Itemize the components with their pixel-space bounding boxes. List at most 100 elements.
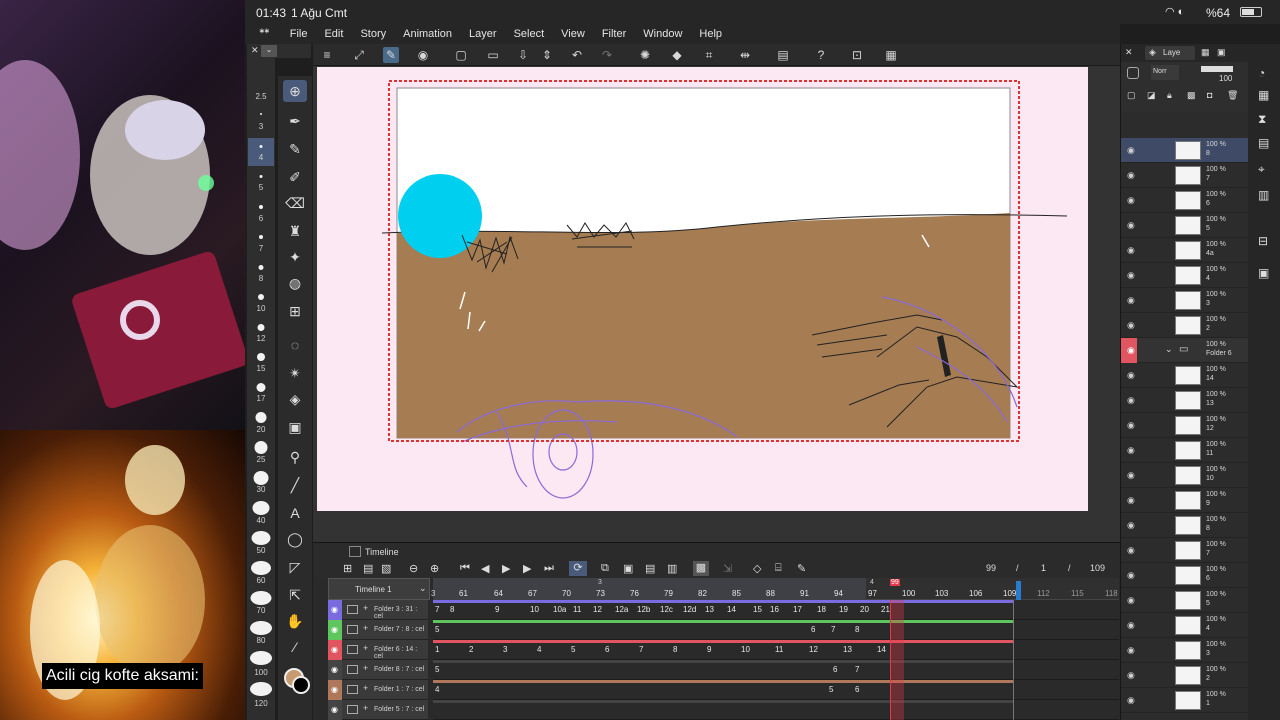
track-header[interactable]: ◉ + Folder 8 : 7 : cel xyxy=(328,660,428,680)
cel-label[interactable]: 8 xyxy=(673,645,677,654)
hand-tool-icon[interactable]: ✋ xyxy=(283,610,307,632)
layer-row[interactable]: ◉ 100 % 4 xyxy=(1121,263,1249,288)
cel-label[interactable]: 5 xyxy=(435,625,439,634)
prev-frame-icon[interactable]: ◀ xyxy=(481,562,489,575)
eye-icon[interactable]: ◉ xyxy=(1127,520,1135,531)
playhead[interactable] xyxy=(890,600,904,720)
brush-size-option[interactable]: 8 xyxy=(247,274,275,283)
visibility-eye-icon[interactable]: ◉ xyxy=(331,705,338,714)
cel-label[interactable]: 5 xyxy=(435,665,439,674)
close-icon[interactable]: ✕ xyxy=(251,45,259,56)
layer-row[interactable]: ◉ 100 % 11 xyxy=(1121,438,1249,463)
cel-label[interactable]: 10 xyxy=(530,605,539,614)
brush-size-option[interactable]: 10 xyxy=(247,304,275,313)
layer-row[interactable]: ◉ 100 % 14 xyxy=(1121,363,1249,388)
text-tool-icon[interactable]: A xyxy=(283,502,307,524)
cel-label[interactable]: 5 xyxy=(571,645,575,654)
layer-row[interactable]: ◉ 100 % 6 xyxy=(1121,188,1249,213)
cel-label[interactable]: 14 xyxy=(727,605,736,614)
folder-expand-icon[interactable]: + xyxy=(363,623,368,633)
eye-icon[interactable]: ◉ xyxy=(1127,570,1135,581)
layers-tab[interactable]: ◈ Laye xyxy=(1145,46,1195,60)
lock-icon[interactable]: 🔒︎ xyxy=(1167,90,1172,101)
layer-row[interactable]: ◉ 100 % 13 xyxy=(1121,388,1249,413)
track-header[interactable]: ◉ + Folder 7 : 8 : cel xyxy=(328,620,428,640)
next-frame-icon[interactable]: ▶ xyxy=(523,562,531,575)
layer-row[interactable]: ◉ 100 % 5 xyxy=(1121,213,1249,238)
ref-icon[interactable]: ◪ xyxy=(1147,90,1156,101)
loading-icon[interactable]: ✺ xyxy=(637,47,653,63)
layer-row[interactable]: ◉ 100 % 3 xyxy=(1121,288,1249,313)
cel-label[interactable]: 12b xyxy=(637,605,650,614)
track-header[interactable]: ◉ + Folder 1 : 7 : cel xyxy=(328,680,428,700)
layer-search-icon[interactable]: ⊟ xyxy=(1258,234,1268,248)
visibility-eye-icon[interactable]: ◉ xyxy=(331,665,338,674)
property-icon[interactable]: ▥ xyxy=(1258,188,1269,202)
brush-size-option[interactable]: 50 xyxy=(247,546,275,555)
grid-tool-icon[interactable]: ⊞ xyxy=(283,300,307,322)
new-cel-icon[interactable]: ⧉ xyxy=(601,562,609,575)
cel-label[interactable]: 6 xyxy=(811,625,815,634)
end-marker[interactable] xyxy=(1016,581,1021,600)
keyframe-icon[interactable]: ⇲ xyxy=(723,562,732,575)
brush-size-option[interactable]: 12 xyxy=(247,334,275,343)
chevron-down-icon[interactable]: ⌄ xyxy=(1165,344,1173,355)
fill-icon[interactable]: ◆ xyxy=(669,47,685,63)
eye-icon[interactable]: ◉ xyxy=(1127,395,1135,406)
collapse-icon[interactable]: ⌄ xyxy=(261,45,277,57)
mask-icon[interactable]: ◘ xyxy=(1207,90,1212,100)
eye-icon[interactable]: ◉ xyxy=(1127,420,1135,431)
frame-row[interactable]: 5 6 7 8 xyxy=(433,620,1119,640)
brush-size-option[interactable]: 2.5 xyxy=(247,92,275,101)
menu-file[interactable]: File xyxy=(290,28,308,40)
cel-label[interactable]: 12 xyxy=(809,645,818,654)
cel-label[interactable]: 6 xyxy=(605,645,609,654)
first-frame-icon[interactable]: ⏮ xyxy=(460,562,470,575)
cel-label[interactable]: 21 xyxy=(881,605,890,614)
cel-label[interactable]: 6 xyxy=(833,665,837,674)
eye-icon[interactable]: ◉ xyxy=(1127,620,1135,631)
cel-label[interactable]: 19 xyxy=(839,605,848,614)
eye-icon[interactable]: ◉ xyxy=(1127,445,1135,456)
brush-size-option[interactable]: 70 xyxy=(247,606,275,615)
layer-row[interactable]: ◉ 100 % 7 xyxy=(1121,163,1249,188)
layer-folder[interactable]: ◉ ⌄ ▭ 100 % Folder 6 xyxy=(1121,338,1249,363)
folder-expand-icon[interactable]: + xyxy=(363,703,368,713)
cel-label[interactable]: 1 xyxy=(435,645,439,654)
folder-expand-icon[interactable]: + xyxy=(363,643,368,653)
blend-icon[interactable] xyxy=(1127,67,1139,79)
layer-row[interactable]: ◉ 100 % 8 xyxy=(1121,513,1249,538)
cel-label[interactable]: 4 xyxy=(435,685,439,694)
cel-label[interactable]: 12d xyxy=(683,605,696,614)
timeline-settings-icon[interactable]: ▤ xyxy=(363,562,373,575)
last-frame-icon[interactable]: ⏭ xyxy=(544,562,554,575)
brush-size-option[interactable]: 30 xyxy=(247,485,275,494)
cel-icon[interactable]: ▣ xyxy=(623,562,633,575)
cel-label[interactable]: 4 xyxy=(537,645,541,654)
cel-label[interactable]: 6 xyxy=(855,685,859,694)
layer-row[interactable]: ◉ 100 % 12 xyxy=(1121,413,1249,438)
cel-label[interactable]: 14 xyxy=(877,645,886,654)
fit-canvas-icon[interactable]: ⤢ xyxy=(351,47,367,63)
alpha-lock-icon[interactable]: ▩ xyxy=(1187,90,1196,101)
brush-size-option[interactable]: 100 xyxy=(247,668,275,677)
cel-label[interactable]: 7 xyxy=(855,665,859,674)
preview-icon[interactable]: ⊡ xyxy=(849,47,865,63)
layer-row[interactable]: ◉ 100 % 7 xyxy=(1121,538,1249,563)
visibility-eye-icon[interactable]: ◉ xyxy=(331,625,338,634)
brush-size-option[interactable]: 80 xyxy=(247,636,275,645)
menu-story[interactable]: Story xyxy=(360,28,386,40)
brush-size-option[interactable]: 60 xyxy=(247,576,275,585)
chevron-down-icon[interactable]: ⌄ xyxy=(419,583,427,594)
cel-label[interactable]: 8 xyxy=(450,605,454,614)
cel-label[interactable]: 7 xyxy=(831,625,835,634)
cel-label[interactable]: 9 xyxy=(495,605,499,614)
timeline-name-box[interactable]: Timeline 1 ⌄ xyxy=(328,578,430,600)
hamburger-icon[interactable]: ≡ xyxy=(319,47,335,63)
eye-icon[interactable]: ◉ xyxy=(1127,470,1135,481)
frame-tool-icon[interactable]: ◸ xyxy=(283,556,307,578)
visibility-eye-icon[interactable]: ◉ xyxy=(331,685,338,694)
eye-icon[interactable]: ◉ xyxy=(1127,495,1135,506)
sub-color-swatch[interactable] xyxy=(292,676,310,694)
color-set-icon[interactable]: ▦ xyxy=(1258,88,1269,102)
